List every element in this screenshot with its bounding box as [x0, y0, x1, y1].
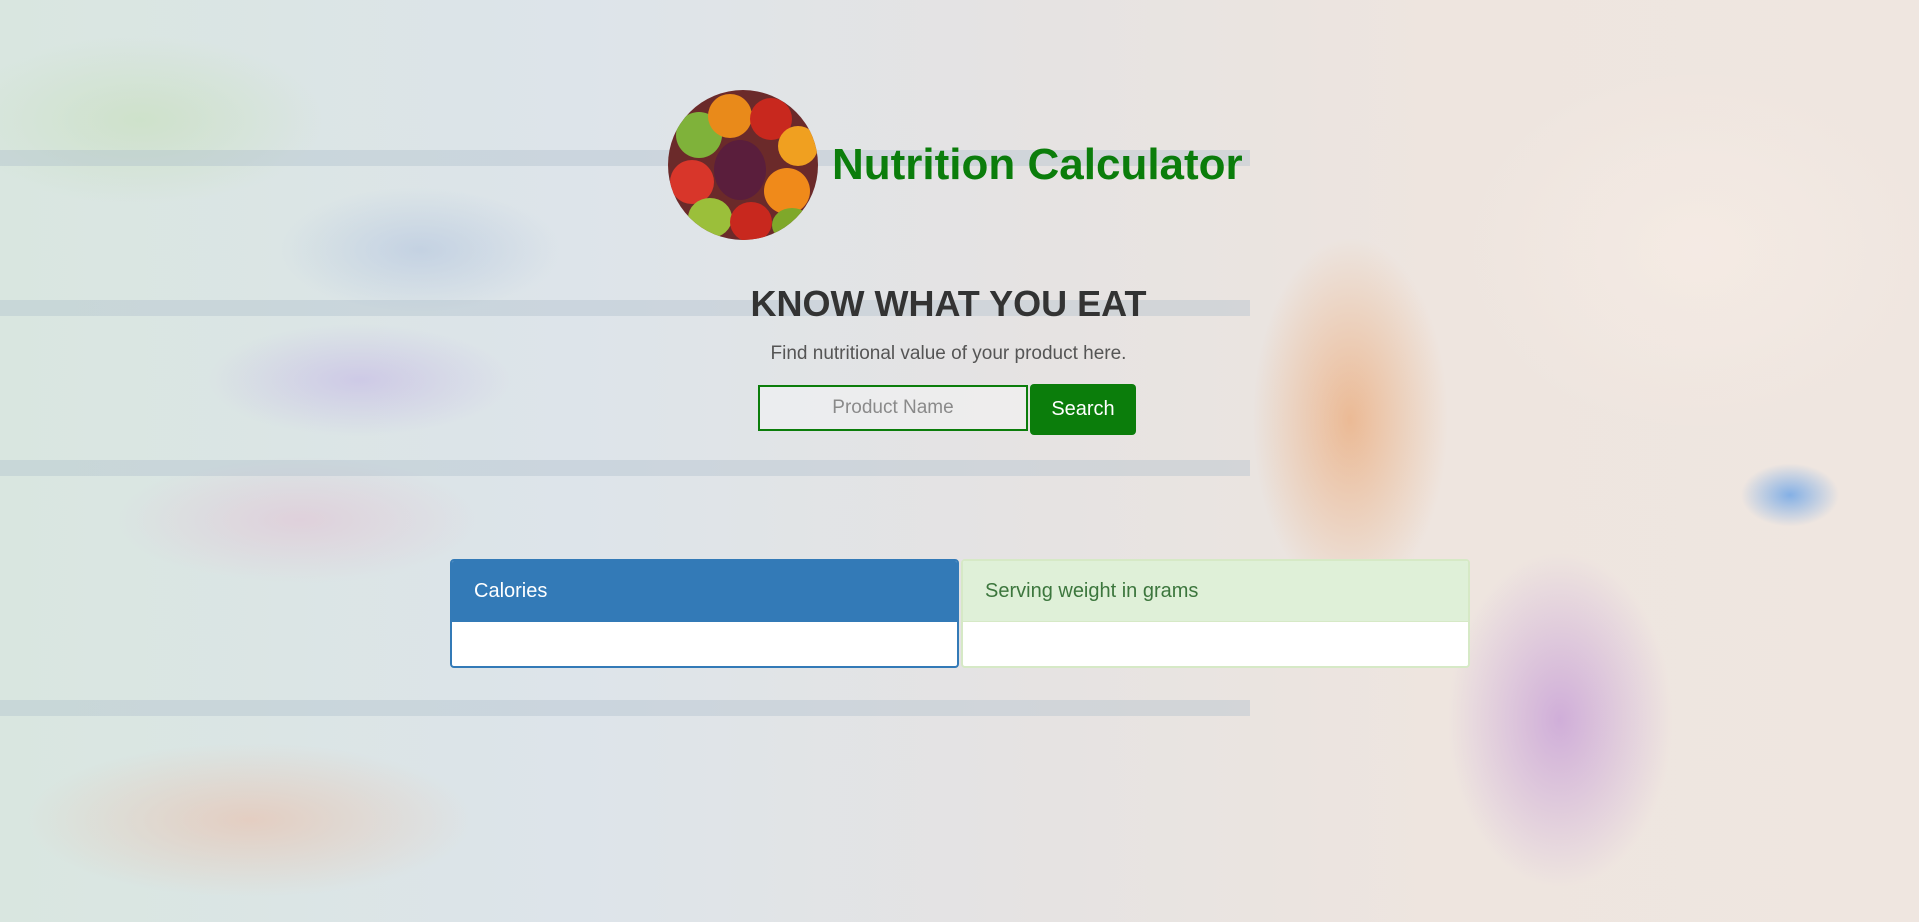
search-form: Search [758, 384, 1136, 435]
page-tagline: KNOW WHAT YOU EAT [750, 283, 1147, 324]
serving-weight-value [963, 622, 1468, 666]
calories-panel-heading: Calories [452, 561, 957, 622]
product-name-input[interactable] [758, 385, 1028, 431]
app-header: Nutrition Calculator [668, 90, 1243, 240]
serving-weight-panel-heading: Serving weight in grams [963, 561, 1468, 622]
search-button[interactable]: Search [1030, 384, 1136, 435]
results-panels: Calories Serving weight in grams [450, 559, 1472, 668]
serving-weight-panel: Serving weight in grams [961, 559, 1470, 668]
fruit-assortment-logo-icon [668, 90, 818, 240]
background-shelf [0, 700, 1250, 716]
calories-panel: Calories [450, 559, 959, 668]
app-title: Nutrition Calculator [832, 140, 1243, 189]
background-shelf [0, 460, 1250, 476]
calories-value [452, 622, 957, 666]
page-subtext: Find nutritional value of your product h… [770, 343, 1127, 364]
